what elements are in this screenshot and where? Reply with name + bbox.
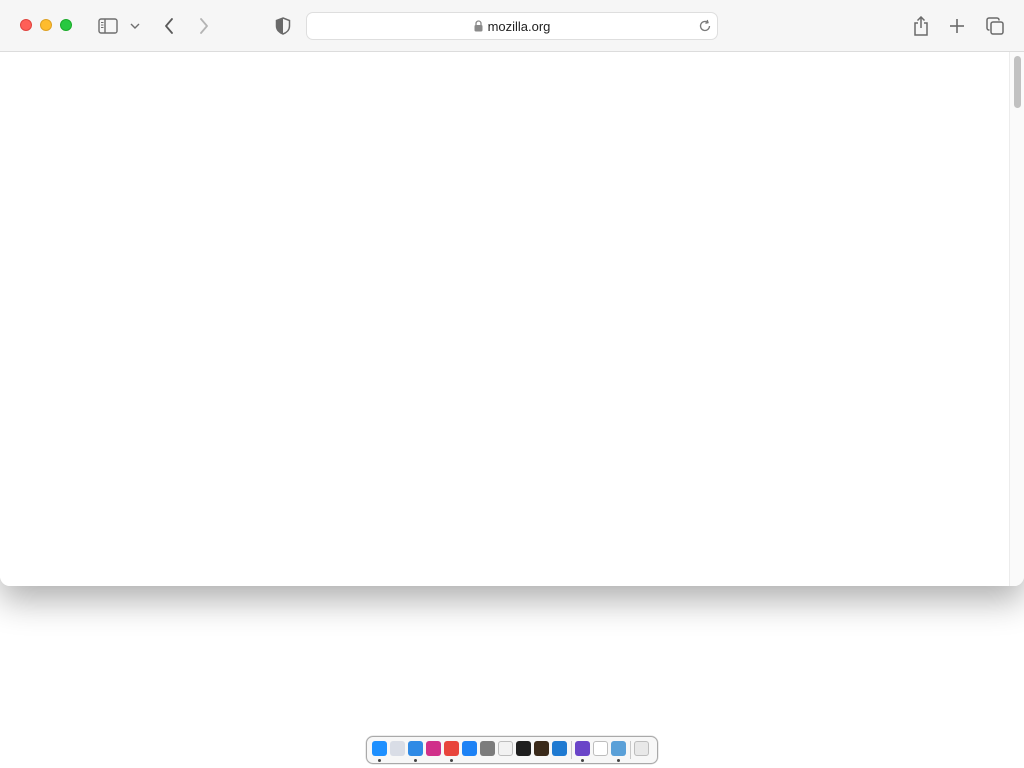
dock-launchpad-icon[interactable] (390, 741, 405, 756)
dock-running-indicator (617, 759, 620, 762)
dock-running-indicator (414, 759, 417, 762)
url-text: mozilla.org (487, 18, 551, 34)
maximize-window-button[interactable] (60, 19, 72, 31)
dock-preview-icon[interactable] (611, 741, 626, 756)
dock-safari-icon[interactable] (408, 741, 423, 756)
chevron-down-icon (130, 23, 140, 29)
share-button[interactable] (910, 12, 932, 40)
web-content-area[interactable] (0, 52, 1024, 586)
browser-window: mozilla.org (0, 0, 1024, 586)
dock-system-settings-icon[interactable] (480, 741, 495, 756)
scrollbar-thumb[interactable] (1014, 56, 1021, 108)
privacy-report-button[interactable] (272, 12, 294, 40)
dock-textedit-icon[interactable] (498, 741, 513, 756)
forward-icon (200, 18, 208, 34)
dock-trash-icon[interactable] (634, 741, 649, 756)
dock-file-app-icon[interactable] (593, 741, 608, 756)
plus-icon (950, 19, 964, 33)
dock-separator (571, 741, 572, 759)
dock (366, 736, 658, 764)
back-button[interactable] (158, 12, 180, 40)
sidebar-icon (98, 18, 118, 34)
address-content: mozilla.org (307, 13, 717, 39)
dock-purple-app-icon[interactable] (575, 741, 590, 756)
dock-photo-app-icon[interactable] (426, 741, 441, 756)
vertical-scrollbar[interactable] (1009, 52, 1024, 586)
dock-app-store-icon[interactable] (462, 741, 477, 756)
dock-chrome-icon[interactable] (444, 741, 459, 756)
dock-script-app-icon[interactable] (534, 741, 549, 756)
dock-vscode-icon[interactable] (552, 741, 567, 756)
shield-icon (275, 17, 291, 35)
dock-running-indicator (378, 759, 381, 762)
tab-overview-button[interactable] (984, 12, 1006, 40)
sidebar-toggle-button[interactable] (96, 12, 120, 40)
dock-terminal-icon[interactable] (516, 741, 531, 756)
address-bar[interactable]: mozilla.org (306, 12, 718, 40)
new-tab-button[interactable] (946, 12, 968, 40)
reload-icon[interactable] (698, 19, 712, 33)
dock-separator (630, 741, 631, 759)
dock-finder-icon[interactable] (372, 741, 387, 756)
back-icon (165, 18, 173, 34)
dock-running-indicator (581, 759, 584, 762)
minimize-window-button[interactable] (40, 19, 52, 31)
forward-button[interactable] (193, 12, 215, 40)
close-window-button[interactable] (20, 19, 32, 31)
tabs-overview-icon (986, 17, 1004, 35)
tab-group-dropdown[interactable] (128, 12, 142, 40)
browser-toolbar: mozilla.org (0, 0, 1024, 52)
share-icon (914, 16, 928, 36)
lock-icon (474, 20, 483, 32)
dock-running-indicator (450, 759, 453, 762)
